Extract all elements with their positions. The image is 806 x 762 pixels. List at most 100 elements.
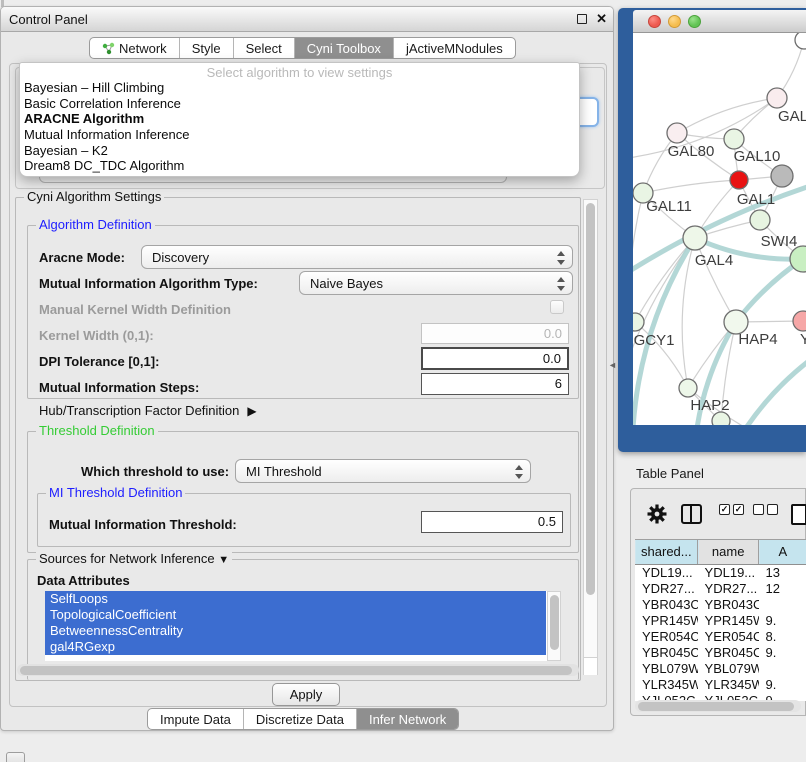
network-node-gal1[interactable] xyxy=(730,171,748,189)
collapsed-panel-icon[interactable] xyxy=(6,752,25,762)
table-cell: YBL079W xyxy=(635,661,698,677)
table-row[interactable]: YBL079WYBL079W xyxy=(635,661,806,677)
dropdown-item-bayesian-k2[interactable]: Bayesian – K2 xyxy=(20,143,579,159)
network-view-frame: GALGAL80GAL10GAL1GAL11GAL4SWI4GCY1HAP4YH… xyxy=(618,8,806,452)
tab-select[interactable]: Select xyxy=(233,38,294,58)
network-node[interactable] xyxy=(795,33,806,49)
attribute-item-selfloops[interactable]: SelfLoops xyxy=(45,591,546,607)
checked-boxes-icon[interactable]: ✓✓ xyxy=(719,504,744,515)
tab-label: Network xyxy=(119,41,167,56)
dropdown-item-dream8-dc-tdc-algorithm[interactable]: Dream8 DC_TDC Algorithm xyxy=(20,158,579,174)
settings-horizontal-scrollbar[interactable] xyxy=(17,664,579,676)
table-row[interactable]: YPR145WYPR145W9. xyxy=(635,613,806,629)
attributes-scrollbar-thumb[interactable] xyxy=(550,595,559,650)
network-node-gal4[interactable] xyxy=(683,226,707,250)
tab-infer-network[interactable]: Infer Network xyxy=(356,709,458,729)
tab-impute-data[interactable]: Impute Data xyxy=(148,709,243,729)
network-window-titlebar[interactable] xyxy=(633,10,806,33)
manual-kernel-checkbox[interactable] xyxy=(550,300,564,314)
network-canvas[interactable]: GALGAL80GAL10GAL1GAL11GAL4SWI4GCY1HAP4YH… xyxy=(633,33,806,425)
attribute-item-topologicalcoefficient[interactable]: TopologicalCoefficient xyxy=(45,607,546,623)
mi-threshold-field[interactable]: 0.5 xyxy=(421,511,563,533)
node-label-gal4: GAL4 xyxy=(695,252,733,269)
table-horizontal-scrollbar-thumb[interactable] xyxy=(638,702,794,711)
table-row[interactable]: YBR045CYBR045C9. xyxy=(635,645,806,661)
table-row[interactable]: YER054CYER054C8. xyxy=(635,629,806,645)
gear-icon[interactable] xyxy=(647,504,667,524)
mi-type-combo[interactable]: Naive Bayes xyxy=(299,271,573,295)
float-window-icon[interactable] xyxy=(577,14,587,24)
table-cell: 9. xyxy=(759,645,806,661)
table-cell: YLR345W xyxy=(698,677,759,693)
attribute-item-betweennesscentrality[interactable]: BetweennessCentrality xyxy=(45,623,546,639)
column-header-shared[interactable]: shared... xyxy=(635,540,698,564)
table-toolbar: ✓✓ xyxy=(631,495,805,535)
node-label-gal10: GAL10 xyxy=(734,148,781,165)
network-edge-highlighted[interactable] xyxy=(746,360,806,425)
network-node-gal10[interactable] xyxy=(724,129,744,149)
column-header-a[interactable]: A xyxy=(759,540,806,564)
settings-horizontal-scrollbar-thumb[interactable] xyxy=(20,666,572,675)
tab-style[interactable]: Style xyxy=(179,38,233,58)
minimize-traffic-light-icon[interactable] xyxy=(668,15,681,28)
mi-steps-field[interactable]: 6 xyxy=(421,373,569,395)
close-traffic-light-icon[interactable] xyxy=(648,15,661,28)
network-edge[interactable] xyxy=(643,180,739,193)
dropdown-item-list: Bayesian – Hill ClimbingBasic Correlatio… xyxy=(20,80,579,174)
kernel-width-field[interactable]: 0.0 xyxy=(421,323,569,344)
table-cell: YDL19... xyxy=(698,565,759,581)
table-row[interactable]: YLR345WYLR345W9. xyxy=(635,677,806,693)
close-icon[interactable]: ✕ xyxy=(596,11,607,27)
sources-title: Sources for Network Inference ▼ xyxy=(36,551,232,566)
settings-vertical-scrollbar-thumb[interactable] xyxy=(586,203,595,595)
which-threshold-combo[interactable]: MI Threshold xyxy=(235,459,531,483)
tab-jactivemnodules[interactable]: jActiveMNodules xyxy=(393,38,515,58)
top-tab-bar: Network Style Select Cyni ToolboxjActiveMNo… xyxy=(89,37,516,59)
combo-arrows-icon xyxy=(557,276,565,292)
dropdown-item-basic-correlation-inference[interactable]: Basic Correlation Inference xyxy=(20,96,579,112)
dropdown-item-bayesian-hill-climbing[interactable]: Bayesian – Hill Climbing xyxy=(20,80,579,96)
network-node-hap2[interactable] xyxy=(679,379,697,397)
node-label-hap4: HAP4 xyxy=(738,331,777,348)
node-label-gal: GAL xyxy=(778,108,806,125)
network-node-gal[interactable] xyxy=(767,88,787,108)
aracne-mode-combo[interactable]: Discovery xyxy=(141,245,573,269)
combo-arrows-icon xyxy=(557,250,565,266)
table-row[interactable]: YBR043CYBR043C xyxy=(635,597,806,613)
column-header-name[interactable]: name xyxy=(698,540,759,564)
table-horizontal-scrollbar[interactable] xyxy=(635,700,801,712)
table-cell: 13 xyxy=(759,565,806,581)
dropdown-item-aracne-algorithm[interactable]: ARACNE Algorithm xyxy=(20,111,579,127)
network-node-gal80[interactable] xyxy=(667,123,687,143)
table-cell: 8. xyxy=(759,629,806,645)
network-edge-highlighted[interactable] xyxy=(736,259,803,322)
network-node[interactable] xyxy=(750,210,770,230)
dropdown-item-mutual-information-inference[interactable]: Mutual Information Inference xyxy=(20,127,579,143)
network-icon xyxy=(102,42,115,55)
panel-title: Control Panel xyxy=(9,12,88,27)
apply-button[interactable]: Apply xyxy=(272,683,340,706)
tab-label: Select xyxy=(246,41,282,56)
panel-collapse-arrow[interactable]: ◄ xyxy=(608,360,617,370)
data-attributes-list[interactable]: SelfLoopsTopologicalCoefficientBetweenne… xyxy=(45,591,561,661)
document-icon[interactable] xyxy=(791,504,806,525)
split-table-icon[interactable] xyxy=(681,504,702,524)
collapsed-arrow-icon: ▶ xyxy=(247,404,256,418)
tab-discretize-data[interactable]: Discretize Data xyxy=(243,709,356,729)
dpi-tolerance-field[interactable]: 0.0 xyxy=(421,347,569,370)
network-node[interactable] xyxy=(771,165,793,187)
unchecked-boxes-icon[interactable] xyxy=(753,504,778,515)
network-edge[interactable] xyxy=(633,193,643,300)
table-row[interactable]: YDR27...YDR27...12 xyxy=(635,581,806,597)
network-node-y[interactable] xyxy=(793,311,806,331)
hub-definition-toggle[interactable]: Hub/Transcription Factor Definition▶ xyxy=(39,403,257,418)
attribute-item-gal4rgexp[interactable]: gal4RGexp xyxy=(45,639,546,655)
tab-cyni-toolbox[interactable]: Cyni Toolbox xyxy=(294,38,393,58)
cyni-group-title: Cyni Algorithm Settings xyxy=(24,189,164,204)
tab-network[interactable]: Network xyxy=(90,38,179,58)
zoom-traffic-light-icon[interactable] xyxy=(688,15,701,28)
node-table[interactable]: shared...nameA YDL19...YDL19...13YDR27..… xyxy=(635,539,806,701)
expanded-arrow-icon: ▼ xyxy=(218,554,229,566)
table-cell: YBR045C xyxy=(635,645,698,661)
table-row[interactable]: YDL19...YDL19...13 xyxy=(635,565,806,581)
